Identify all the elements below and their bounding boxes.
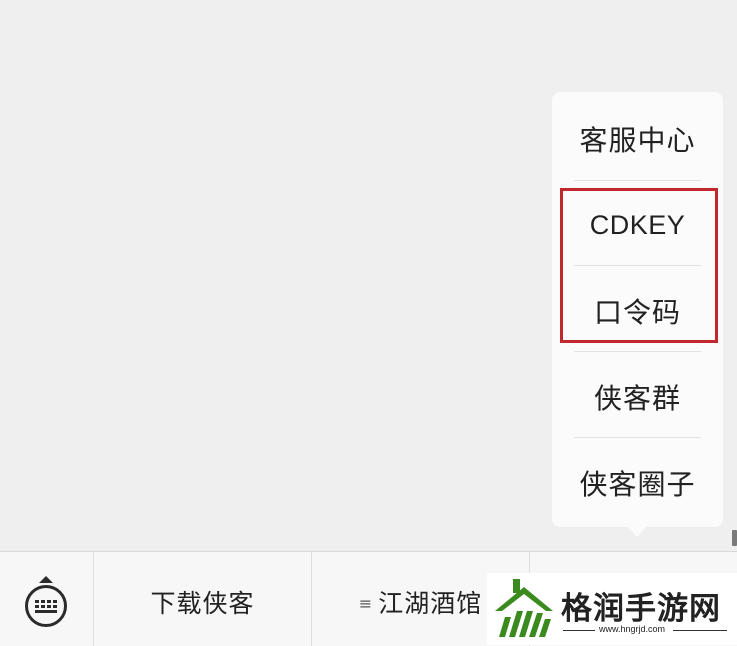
menu-separator	[574, 180, 701, 181]
popup-arrow	[626, 525, 648, 537]
scroll-edge	[732, 530, 737, 546]
watermark-text: 格润手游网	[561, 591, 721, 627]
menu-item-cdkey[interactable]: CDKEY	[552, 182, 723, 268]
leaf-logo-icon	[495, 579, 553, 637]
watermark: 格润手游网 www.hngrjd.com	[487, 573, 737, 645]
watermark-rule	[563, 630, 595, 631]
menu-item-hero-group[interactable]: 侠客群	[552, 354, 723, 440]
menu-item-label: 口令码	[593, 296, 681, 329]
menu-item-hero-circle[interactable]: 侠客圈子	[552, 440, 723, 526]
watermark-rule	[673, 630, 727, 631]
chevron-up-icon	[39, 576, 53, 583]
menu-lines-icon: ≡	[358, 593, 373, 613]
bottom-menu-label: 下载侠客	[150, 589, 255, 618]
menu-item-label: 侠客群	[593, 382, 681, 415]
menu-separator	[574, 265, 701, 266]
menu-item-customer-service[interactable]: 客服中心	[552, 96, 723, 182]
bottom-menu-label: 江湖酒馆	[378, 589, 483, 618]
watermark-url: www.hngrjd.com	[599, 624, 666, 634]
menu-item-label: 客服中心	[579, 124, 696, 157]
keyboard-toggle-button[interactable]	[0, 552, 92, 646]
popup-menu: 客服中心 CDKEY 口令码 侠客群 侠客圈子	[552, 92, 723, 527]
bottom-menu-download[interactable]: 下载侠客	[94, 552, 311, 646]
menu-separator	[574, 351, 701, 352]
menu-item-label: CDKEY	[589, 209, 686, 240]
menu-item-label: 侠客圈子	[579, 468, 696, 501]
menu-separator	[574, 437, 701, 438]
keyboard-icon	[25, 585, 67, 627]
menu-item-password-code[interactable]: 口令码	[552, 268, 723, 354]
